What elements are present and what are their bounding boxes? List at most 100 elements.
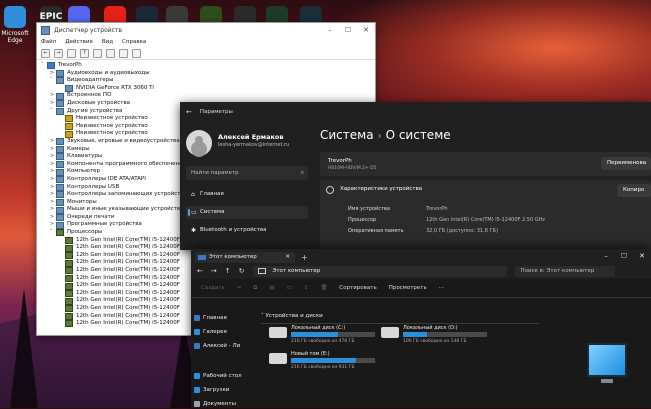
device-tree-node[interactable]: NVIDIA GeForce RTX 3060 Ti — [41, 85, 375, 93]
device-tree-node[interactable]: ˅ Видеоадаптеры — [41, 77, 375, 85]
close-button[interactable]: ✕ — [633, 252, 651, 260]
device-tree-node[interactable]: ˅ TrevorPh — [41, 62, 375, 70]
settings-sidebar: Алексей Ермаков lesha-yermakov@internet.… — [180, 122, 310, 250]
back-arrow-icon[interactable]: ← — [41, 48, 50, 58]
rename-icon[interactable]: ▭ — [287, 285, 292, 291]
explorer-search-input[interactable]: Поиск в: Этот компьютер — [514, 265, 615, 277]
nav-item-label: Главная — [200, 191, 224, 197]
device-tree-label: Программные устройства — [67, 221, 142, 228]
device-icon — [65, 259, 73, 267]
device-icon — [56, 107, 64, 115]
avatar[interactable] — [186, 130, 212, 156]
devices-group-header[interactable]: ˅ Устройства и диски — [261, 313, 539, 324]
forward-arrow-icon[interactable]: → — [211, 267, 217, 275]
forward-arrow-icon[interactable]: → — [54, 48, 63, 58]
device-icon — [65, 320, 73, 328]
monitor-icon[interactable] — [587, 343, 627, 383]
view-button[interactable]: Просмотреть — [389, 285, 427, 291]
device-tree-label: Мыши и иные указывающие устройства — [67, 206, 184, 213]
device-tree-label: 12th Gen Intel(R) Core(TM) i5-12400F — [76, 259, 180, 266]
new-tab-button[interactable]: + — [301, 252, 308, 263]
chevron-down-icon: ˅ — [261, 313, 264, 319]
delete-icon[interactable]: 🗑 — [320, 285, 327, 291]
copy-icon[interactable]: ⧉ — [253, 285, 257, 292]
device-specs-card: Характеристики устройства Копиро Имя уст… — [320, 180, 651, 250]
update-driver-icon[interactable] — [93, 48, 102, 58]
device-tree-label: 12th Gen Intel(R) Core(TM) i5-12400F — [76, 282, 180, 289]
maximize-button[interactable]: ☐ — [339, 26, 357, 34]
paste-icon[interactable]: ▤ — [269, 285, 274, 291]
disable-device-icon[interactable] — [132, 48, 141, 58]
properties-icon[interactable] — [67, 48, 76, 58]
menu-view[interactable]: Вид — [102, 39, 113, 45]
rename-pc-button[interactable]: Переименова — [601, 157, 651, 170]
sidebar-item-label: Галерея — [203, 329, 227, 335]
device-tree-label: 12th Gen Intel(R) Core(TM) i5-12400F — [76, 305, 180, 311]
sidebar-item-home[interactable]: Главная — [194, 313, 227, 323]
menu-action[interactable]: Действие — [65, 39, 93, 45]
share-icon[interactable]: ⇪ — [304, 285, 309, 291]
device-tree-node[interactable]: > Аудиовходы и аудиовыходы — [41, 70, 375, 78]
scan-hardware-icon[interactable] — [106, 48, 115, 58]
device-specs-header[interactable]: Характеристики устройства — [340, 186, 422, 192]
device-manager-icon — [41, 25, 50, 35]
copy-button[interactable]: Копиро — [617, 184, 651, 197]
address-bar[interactable]: Этот компьютер — [252, 265, 507, 277]
explorer-command-bar: Создать ✂ ⧉ ▤ ▭ ⇪ 🗑 Сортировать Просмотр… — [191, 279, 651, 298]
device-icon — [65, 236, 73, 244]
device-tree-node[interactable]: > Встроенное ПО — [41, 92, 375, 100]
device-tree-label: Аудиовходы и аудиовыходы — [67, 69, 150, 76]
minimize-button[interactable]: – — [597, 252, 615, 260]
nav-item-home[interactable]: ⌂ Главная — [186, 188, 308, 201]
back-arrow-icon[interactable]: ← — [197, 267, 203, 275]
device-icon — [56, 161, 64, 169]
more-options-icon[interactable]: ··· — [439, 285, 444, 291]
edge-icon[interactable] — [4, 6, 26, 28]
sidebar-item-downloads[interactable]: Загрузки — [194, 385, 229, 395]
breadcrumb-parent[interactable]: Система — [320, 128, 374, 142]
device-icon — [65, 267, 73, 275]
close-button[interactable]: ✕ — [357, 26, 375, 34]
device-icon — [56, 206, 64, 214]
search-icon[interactable]: ⌕ — [301, 166, 304, 180]
maximize-button[interactable]: ☐ — [615, 252, 633, 260]
device-tree-label: Контроллеры USB — [67, 183, 120, 190]
device-manager-title: Диспетчер устройств — [54, 26, 123, 34]
remove-device-icon[interactable] — [119, 48, 128, 58]
sidebar-item-onedrive[interactable]: Алексей - Ли — [194, 341, 241, 351]
sort-button[interactable]: Сортировать — [339, 285, 376, 291]
device-icon — [65, 123, 73, 131]
drive-free-space: 106 ГБ свободно из 148 ГБ — [403, 339, 467, 344]
file-explorer-window[interactable]: Этот компьютер ✕ + – ☐ ✕ ← → ↑ ↻ Этот ко… — [191, 249, 651, 408]
device-tree-label: TrevorPh — [58, 62, 82, 68]
hard-drive-icon — [269, 353, 287, 364]
device-tree-label: 12th Gen Intel(R) Core(TM) i5-12400F — [76, 312, 180, 319]
refresh-icon[interactable]: ↻ — [239, 267, 245, 275]
create-button[interactable]: Создать — [201, 285, 225, 291]
explorer-window-controls: – ☐ ✕ — [597, 249, 651, 263]
device-manager-titlebar[interactable]: Диспетчер устройств – ☐ ✕ — [37, 23, 375, 37]
cut-icon[interactable]: ✂ — [237, 285, 242, 291]
nav-item-bluetooth[interactable]: ✱ Bluetooth и устройства — [186, 224, 308, 237]
device-icon — [56, 145, 64, 153]
settings-search-input[interactable]: Найти параметр ⌕ — [186, 166, 308, 180]
settings-titlebar[interactable]: ← Параметры — [180, 102, 651, 122]
minimize-button[interactable]: – — [321, 26, 339, 34]
device-manager-window-controls: – ☐ ✕ — [321, 26, 375, 34]
device-tree-label: 12th Gen Intel(R) Core(TM) i5-12400F — [76, 244, 180, 251]
sidebar-item-gallery[interactable]: Галерея — [194, 327, 227, 337]
sidebar-item-desktop[interactable]: Рабочий стол — [194, 371, 242, 381]
close-tab-icon[interactable]: ✕ — [285, 252, 290, 263]
explorer-tab[interactable]: Этот компьютер ✕ — [195, 252, 295, 263]
menu-help[interactable]: Справка — [122, 39, 146, 45]
settings-window[interactable]: ← Параметры Алексей Ермаков lesha-yermak… — [180, 102, 651, 250]
drive-usage-bar — [403, 332, 487, 337]
menu-file[interactable]: Файл — [41, 39, 56, 45]
back-arrow-icon[interactable]: ← — [186, 108, 192, 116]
help-icon[interactable]: ? — [80, 48, 89, 58]
nav-item-system[interactable]: ▭ Система — [186, 206, 308, 219]
device-icon — [56, 198, 64, 206]
sidebar-item-label: Алексей - Ли — [203, 343, 241, 349]
device-icon — [65, 312, 73, 320]
up-arrow-icon[interactable]: ↑ — [225, 267, 231, 275]
